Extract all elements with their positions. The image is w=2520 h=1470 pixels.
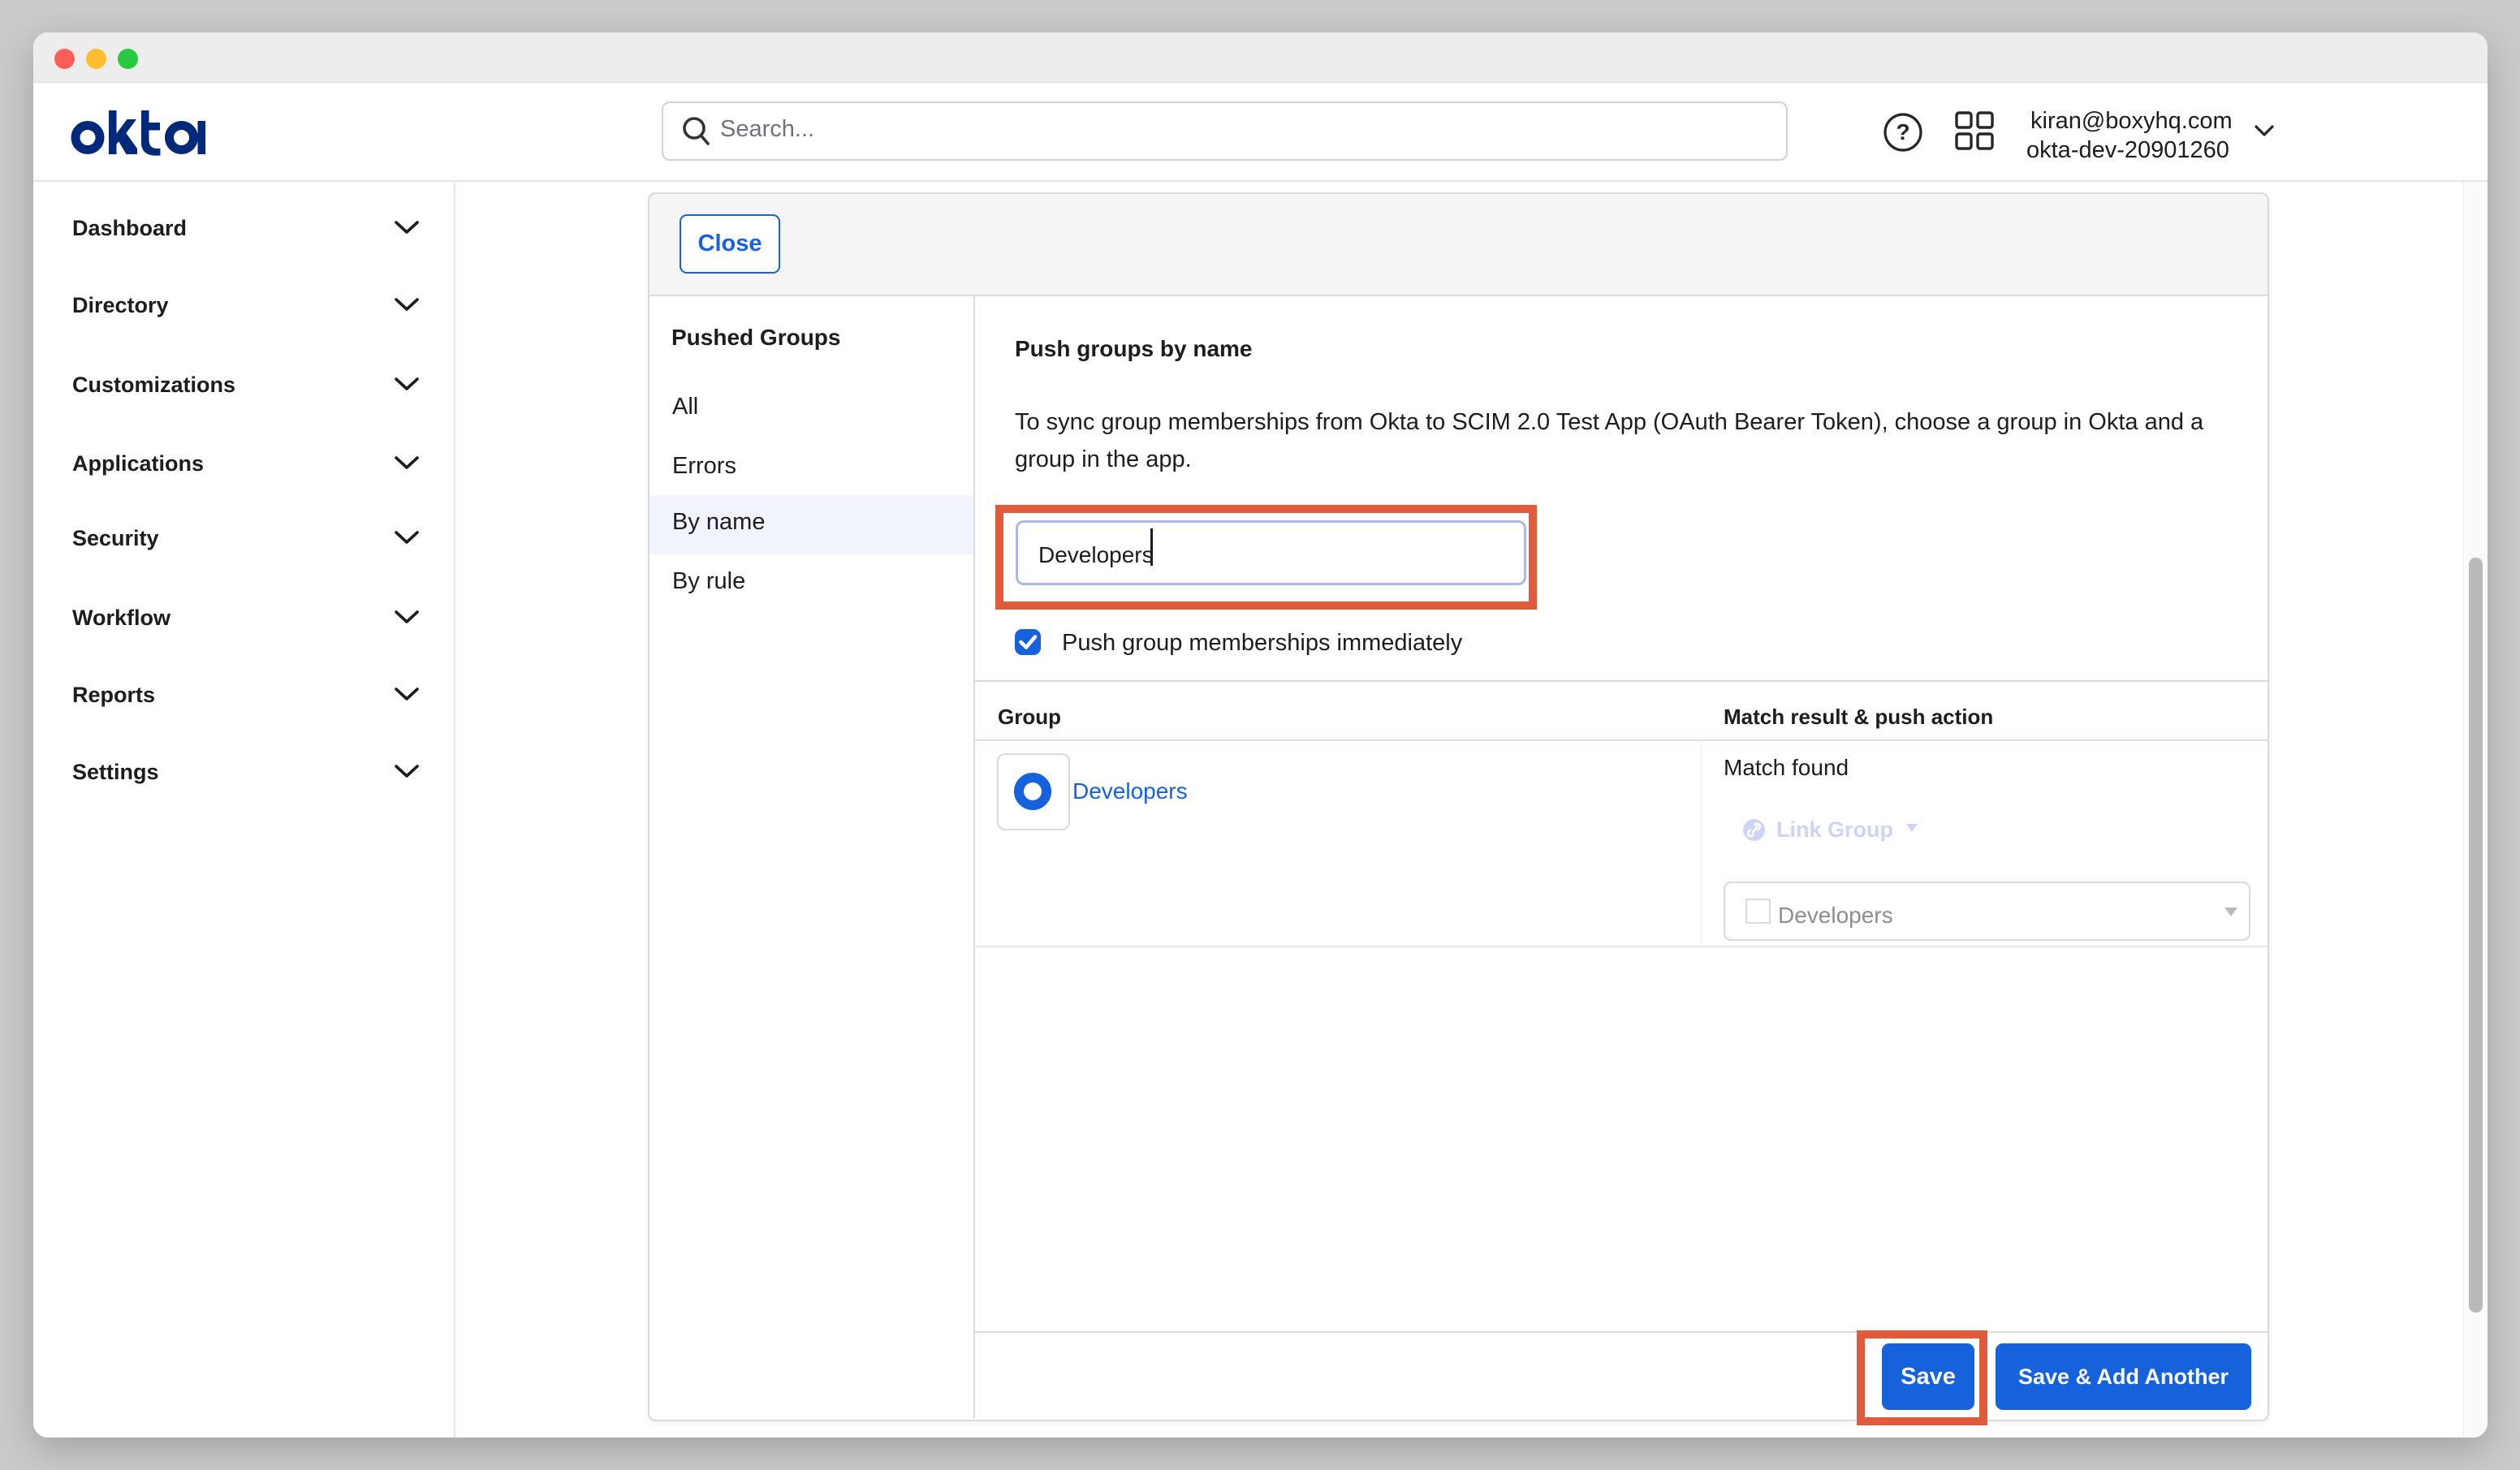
svg-text:?: ? bbox=[1896, 119, 1909, 144]
